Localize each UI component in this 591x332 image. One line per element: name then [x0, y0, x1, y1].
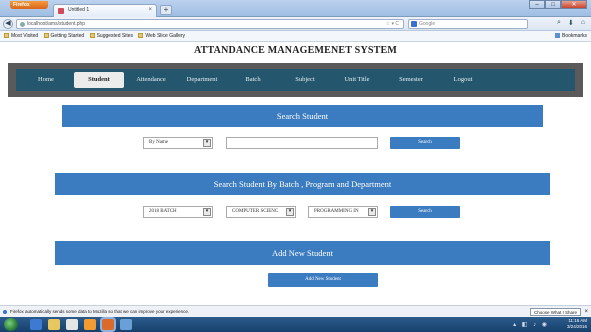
chevron-down-icon: ▾	[368, 208, 376, 216]
data-sharing-notification: Firefox automatically sends some data to…	[0, 305, 591, 317]
chevron-down-icon: ▾	[286, 208, 294, 216]
batch-search-button[interactable]: Search	[390, 206, 460, 218]
program-select[interactable]: PROGRAMMING IN ▾	[308, 206, 378, 218]
menu-item-batch[interactable]: Batch	[231, 72, 275, 88]
home-icon[interactable]: ⌂	[581, 19, 585, 27]
bookmark-most-visited[interactable]: Most Visited	[4, 31, 38, 42]
bookmarks-icon	[554, 33, 560, 38]
bookmark-icon	[4, 33, 9, 38]
globe-icon	[20, 22, 25, 27]
notification-text: Firefox automatically sends some data to…	[10, 309, 190, 314]
info-icon	[3, 310, 7, 314]
new-tab-button[interactable]: +	[160, 5, 172, 15]
search-filter-value: By Name	[149, 140, 169, 145]
batch-value: 2018 BATCH	[149, 209, 177, 214]
tab-close-icon[interactable]: ×	[148, 5, 152, 16]
folder-icon[interactable]	[48, 319, 60, 330]
add-new-student-button[interactable]: Add New Student	[268, 273, 378, 287]
bookmark-icon	[89, 33, 95, 38]
search-by-batch-heading: Search Student By Batch , Program and De…	[55, 173, 550, 195]
bookmark-web-slice-gallery[interactable]: Web Slice Gallery	[138, 31, 185, 42]
batch-select[interactable]: 2018 BATCH ▾	[143, 206, 213, 218]
menu-item-student[interactable]: Student	[74, 72, 124, 88]
menu-item-department[interactable]: Department	[177, 72, 227, 88]
menu-item-home[interactable]: Home	[24, 72, 68, 88]
menu-item-subject[interactable]: Subject	[283, 72, 327, 88]
department-value: COMPUTER SCIENC	[232, 209, 279, 214]
system-tray-icons[interactable]: ▴ ◧ ♪ ◉	[513, 321, 549, 328]
menu-bar: Home Student Attendance Department Batch…	[16, 69, 575, 91]
browser-navbar: ◀ localhost/ams/student.php ☆ ▾ C Google…	[0, 17, 591, 31]
search-name-input[interactable]	[226, 137, 378, 149]
department-select[interactable]: COMPUTER SCIENC ▾	[226, 206, 296, 218]
program-value: PROGRAMMING IN	[314, 209, 359, 214]
bookmark-suggested-sites[interactable]: Suggested Sites	[89, 31, 133, 42]
menu-item-semester[interactable]: Semester	[387, 72, 435, 88]
tab-title: Untitled 1	[68, 7, 90, 13]
web-search-input[interactable]: Google	[408, 19, 528, 29]
clock-date: 3/24/2016	[566, 324, 587, 329]
chevron-down-icon: ▾	[203, 208, 211, 216]
download-icon[interactable]: ⬇	[568, 19, 574, 27]
firefox-menu-button[interactable]: Firefox	[10, 1, 48, 9]
bookmarks-toolbar: Most Visited Getting Started Suggested S…	[0, 31, 591, 42]
choose-what-i-share-button[interactable]: Choose What I Share	[529, 308, 581, 316]
menu-item-logout[interactable]: Logout	[441, 72, 485, 88]
address-bar[interactable]: localhost/ams/student.php ☆ ▾ C	[16, 19, 404, 29]
page-title: ATTANDANCE MANAGEMENET SYSTEM	[193, 45, 398, 56]
chevron-down-icon: ▾	[203, 139, 211, 147]
chrome-icon[interactable]	[66, 319, 78, 330]
maximize-button[interactable]: □	[545, 0, 561, 9]
reload-icon[interactable]: ☆ ▾ C	[386, 20, 399, 28]
url-text: localhost/ams/student.php	[27, 21, 86, 27]
add-student-heading: Add New Student	[55, 241, 550, 265]
ie-icon[interactable]	[30, 319, 42, 330]
firefox-icon[interactable]	[102, 319, 114, 330]
clock[interactable]: 11:16 AM 3/24/2016	[567, 318, 587, 330]
app-icon[interactable]	[120, 319, 132, 330]
back-button[interactable]: ◀	[3, 19, 13, 29]
browser-titlebar: Firefox Untitled 1 × + – □ ✕	[0, 0, 591, 17]
search-filter-select[interactable]: By Name ▾	[143, 137, 213, 149]
bookmarks-menu[interactable]: Bookmarks	[554, 31, 587, 42]
window-controls: – □ ✕	[529, 0, 587, 9]
browser-tab[interactable]: Untitled 1 ×	[53, 4, 157, 17]
main-menu: Home Student Attendance Department Batch…	[8, 63, 583, 97]
search-engine-label: Google	[419, 21, 436, 27]
bookmark-icon	[43, 33, 49, 38]
close-window-button[interactable]: ✕	[561, 0, 587, 9]
start-button[interactable]	[4, 318, 18, 331]
minimize-button[interactable]: –	[529, 0, 545, 9]
bookmark-getting-started[interactable]: Getting Started	[43, 31, 84, 42]
search-icon[interactable]: ⌕	[557, 19, 561, 27]
search-button[interactable]: Search	[390, 137, 460, 149]
nav-toolbar: ⌕ ⬇ ⌂	[557, 19, 585, 27]
search-student-heading: Search Student	[62, 105, 543, 127]
bookmark-icon	[138, 33, 144, 38]
menu-item-attendance[interactable]: Attendance	[127, 72, 175, 88]
page-favicon-icon	[58, 8, 64, 14]
menu-item-unit-title[interactable]: Unit Title	[333, 72, 381, 88]
windows-taskbar: ▴ ◧ ♪ ◉ 11:16 AM 3/24/2016	[0, 317, 591, 332]
media-player-icon[interactable]	[84, 319, 96, 330]
google-icon	[411, 21, 417, 27]
